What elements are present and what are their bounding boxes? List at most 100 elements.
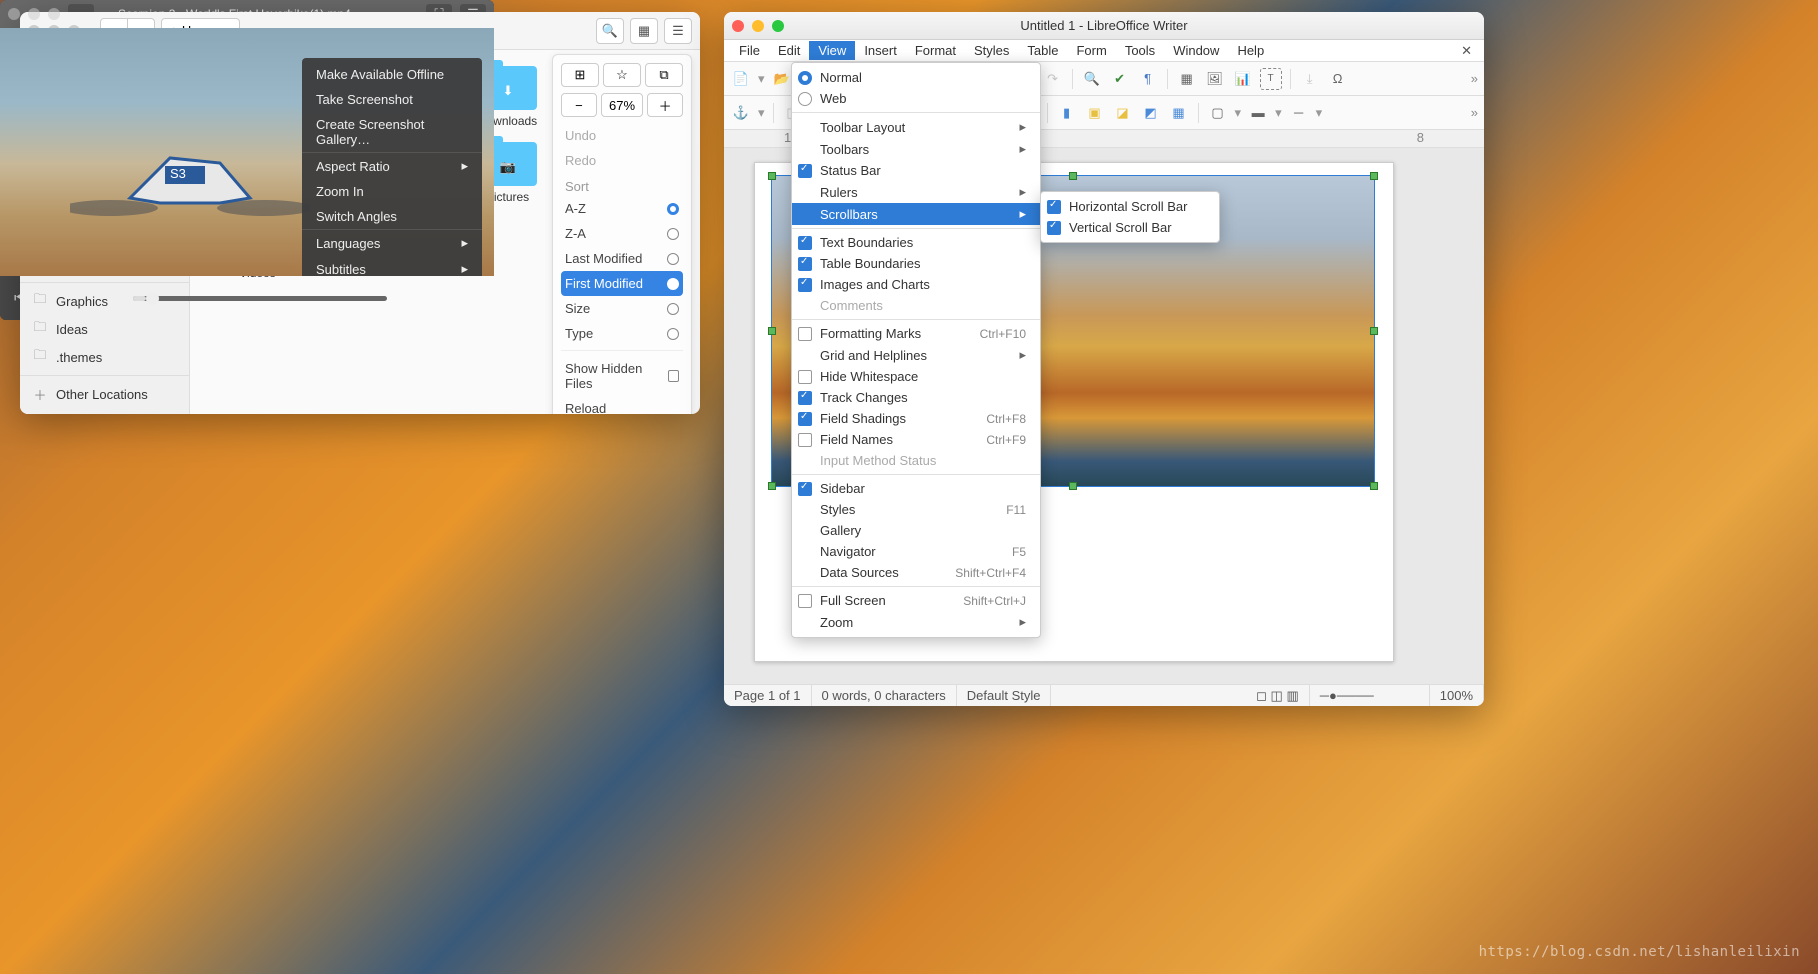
menu-file[interactable]: File [730,41,769,60]
view-field-names[interactable]: Field NamesCtrl+F9 [792,429,1040,450]
menu-edit[interactable]: Edit [769,41,809,60]
pagebreak-icon[interactable]: ⤓ [1299,68,1321,90]
view-field-shadings[interactable]: Field ShadingsCtrl+F8 [792,408,1040,429]
view-images-and-charts[interactable]: Images and Charts [792,274,1040,295]
menu-form[interactable]: Form [1067,41,1115,60]
bookmark-button[interactable]: ☆ [603,63,641,87]
sort-last-modified[interactable]: Last Modified [561,246,683,271]
maximize-button[interactable] [772,20,784,32]
view-text-boundaries[interactable]: Text Boundaries [792,232,1040,253]
forward-icon[interactable]: ◪ [1112,102,1134,124]
menu-button[interactable]: ☰ [664,18,692,44]
view-full-screen[interactable]: Full ScreenShift+Ctrl+J [792,590,1040,611]
new-icon[interactable]: 📄 [730,68,752,90]
doc-close-button[interactable]: ✕ [1455,43,1478,59]
bring-front-icon[interactable]: ▣ [1084,102,1106,124]
ctx-languages[interactable]: Languages▸ [302,229,482,256]
pilcrow-icon[interactable]: ¶ [1137,68,1159,90]
sidebar-item-other-locations[interactable]: ＋Other Locations [20,375,189,408]
border-icon[interactable]: ▢ [1207,102,1229,124]
menu-insert[interactable]: Insert [855,41,906,60]
status-words[interactable]: 0 words, 0 characters [812,685,957,706]
view-hide-whitespace[interactable]: Hide Whitespace [792,366,1040,387]
menu-view[interactable]: View [809,41,855,60]
status-view-icons[interactable]: ◻ ◫ ▥ [1246,685,1310,706]
view-navigator[interactable]: NavigatorF5 [792,541,1040,562]
chart-icon[interactable]: 📊 [1232,68,1254,90]
image-icon[interactable]: 🖼 [1204,68,1226,90]
backward-icon[interactable]: ◩ [1140,102,1162,124]
new-folder-button[interactable]: ⊞ [561,63,599,87]
table-icon[interactable]: ▦ [1176,68,1198,90]
sort-first-modified[interactable]: First Modified [561,271,683,296]
ctx-create-screenshot-gallery-[interactable]: Create Screenshot Gallery… [302,112,482,152]
special-char-icon[interactable]: Ω [1327,68,1349,90]
view-normal[interactable]: Normal [792,67,1040,88]
reload-item[interactable]: Reload [561,396,683,414]
redo-icon[interactable]: ↷ [1042,68,1064,90]
menu-styles[interactable]: Styles [965,41,1018,60]
maximize-button[interactable] [48,8,60,20]
view-grid-and-helplines[interactable]: Grid and Helplines▸ [792,344,1040,366]
ctx-zoom-in[interactable]: Zoom In [302,179,482,204]
view-toolbar-layout[interactable]: Toolbar Layout▸ [792,116,1040,138]
view-rulers[interactable]: Rulers▸ [792,181,1040,203]
redo-item[interactable]: Redo [561,148,683,173]
menu-help[interactable]: Help [1228,41,1273,60]
textbox-icon[interactable]: T [1260,68,1282,90]
anchor-icon[interactable]: ⚓ [730,102,752,124]
area-icon[interactable]: ▬ [1247,102,1269,124]
sort-type[interactable]: Type [561,321,683,346]
view-scrollbars[interactable]: Scrollbars▸ [792,203,1040,225]
view-gallery[interactable]: Gallery [792,520,1040,541]
menu-table[interactable]: Table [1018,41,1067,60]
status-style[interactable]: Default Style [957,685,1052,706]
view-web[interactable]: Web [792,88,1040,109]
menu-window[interactable]: Window [1164,41,1228,60]
sort-size[interactable]: Size [561,296,683,321]
menu-format[interactable]: Format [906,41,965,60]
view-formatting-marks[interactable]: Formatting MarksCtrl+F10 [792,323,1040,344]
new-tab-button[interactable]: ⧉ [645,63,683,87]
chart-bar-icon[interactable]: ▮ [1056,102,1078,124]
minimize-button[interactable] [28,8,40,20]
view-toggle-button[interactable]: ▦ [630,18,658,44]
view-data-sources[interactable]: Data SourcesShift+Ctrl+F4 [792,562,1040,583]
line-icon[interactable]: ─ [1288,102,1310,124]
minimize-button[interactable] [752,20,764,32]
progress-bar[interactable] [133,296,386,301]
status-zoom[interactable]: 100% [1430,685,1484,706]
ctx-make-available-offline[interactable]: Make Available Offline [302,62,482,87]
view-table-boundaries[interactable]: Table Boundaries [792,253,1040,274]
open-icon[interactable]: 📂 [771,68,793,90]
menu-tools[interactable]: Tools [1116,41,1164,60]
ctx-subtitles[interactable]: Subtitles▸ [302,256,482,276]
view-track-changes[interactable]: Track Changes [792,387,1040,408]
scrollbar-vertical-scroll-bar[interactable]: Vertical Scroll Bar [1041,217,1219,238]
show-hidden-toggle[interactable]: Show Hidden Files [561,356,683,396]
view-sidebar[interactable]: Sidebar [792,478,1040,499]
video-canvas[interactable]: S3 Make Available OfflineTake Screenshot… [0,28,494,276]
status-page[interactable]: Page 1 of 1 [724,685,812,706]
spellcheck-icon[interactable]: ✔ [1109,68,1131,90]
ctx-take-screenshot[interactable]: Take Screenshot [302,87,482,112]
ctx-aspect-ratio[interactable]: Aspect Ratio▸ [302,152,482,179]
find-icon[interactable]: 🔍 [1081,68,1103,90]
send-back-icon[interactable]: ▦ [1168,102,1190,124]
sort-z-a[interactable]: Z-A [561,221,683,246]
scrollbar-horizontal-scroll-bar[interactable]: Horizontal Scroll Bar [1041,196,1219,217]
undo-item[interactable]: Undo [561,123,683,148]
sidebar-item--themes[interactable]: 🗀.themes [20,343,189,371]
view-status-bar[interactable]: Status Bar [792,160,1040,181]
zoom-slider[interactable]: ─●──── [1310,685,1430,706]
zoom-in-button[interactable]: ＋ [647,93,683,117]
close-button[interactable] [8,8,20,20]
zoom-out-button[interactable]: − [561,93,597,117]
view-styles[interactable]: StylesF11 [792,499,1040,520]
sidebar-item-ideas[interactable]: 🗀Ideas [20,315,189,343]
sort-a-z[interactable]: A-Z [561,196,683,221]
ctx-switch-angles[interactable]: Switch Angles [302,204,482,229]
view-toolbars[interactable]: Toolbars▸ [792,138,1040,160]
view-zoom[interactable]: Zoom▸ [792,611,1040,633]
search-button[interactable]: 🔍 [596,18,624,44]
